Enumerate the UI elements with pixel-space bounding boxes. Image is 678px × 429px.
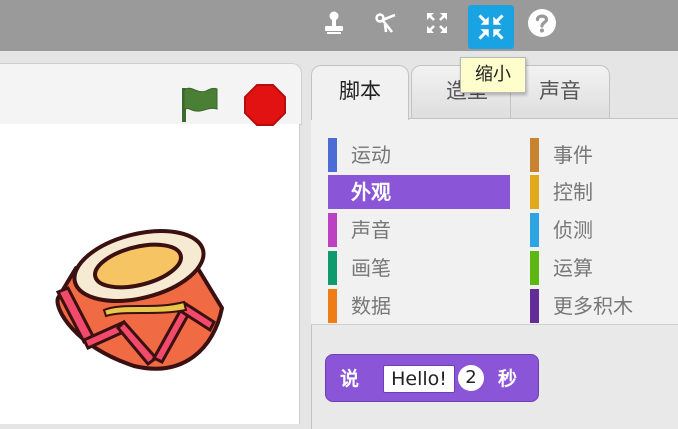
grow-arrows-icon[interactable] (421, 7, 453, 39)
tooltip: 缩小 (460, 57, 526, 93)
tab-scripts[interactable]: 脚本 (311, 65, 409, 120)
help-question-icon[interactable] (526, 7, 558, 39)
category-color-bar (530, 289, 539, 323)
category-color-bar (530, 175, 539, 209)
category-color-bar (328, 213, 337, 247)
block-message-input[interactable]: Hello! (383, 365, 455, 393)
category-more-blocks[interactable]: 更多积木 (530, 289, 670, 323)
category-events[interactable]: 事件 (530, 138, 670, 172)
category-control[interactable]: 控制 (530, 175, 670, 209)
category-data[interactable]: 数据 (328, 289, 508, 323)
category-color-bar (328, 251, 337, 285)
say-for-secs-block[interactable]: 说 Hello! 2 秒 (325, 354, 539, 402)
category-looks[interactable]: 外观 (328, 175, 510, 209)
duplicate-stamp-icon[interactable] (318, 7, 350, 39)
category-color-bar (530, 213, 539, 247)
category-color-bar (328, 175, 337, 209)
block-say-label: 说 (340, 368, 360, 390)
cut-scissors-icon[interactable] (370, 7, 402, 39)
category-color-bar (328, 289, 337, 323)
category-motion[interactable]: 运动 (328, 138, 508, 172)
green-flag-icon[interactable] (178, 82, 220, 128)
drum-sprite[interactable] (44, 218, 232, 382)
category-operators[interactable]: 运算 (530, 251, 670, 285)
category-color-bar (530, 138, 539, 172)
category-pen[interactable]: 画笔 (328, 251, 508, 285)
shrink-arrows-icon[interactable] (468, 5, 514, 49)
category-sensing[interactable]: 侦测 (530, 213, 670, 247)
block-seconds-label: 秒 (498, 368, 518, 390)
category-sound[interactable]: 声音 (328, 213, 508, 247)
block-seconds-input[interactable]: 2 (458, 365, 484, 391)
category-color-bar (328, 138, 337, 172)
stop-sign-icon[interactable] (244, 84, 286, 130)
category-color-bar (530, 251, 539, 285)
